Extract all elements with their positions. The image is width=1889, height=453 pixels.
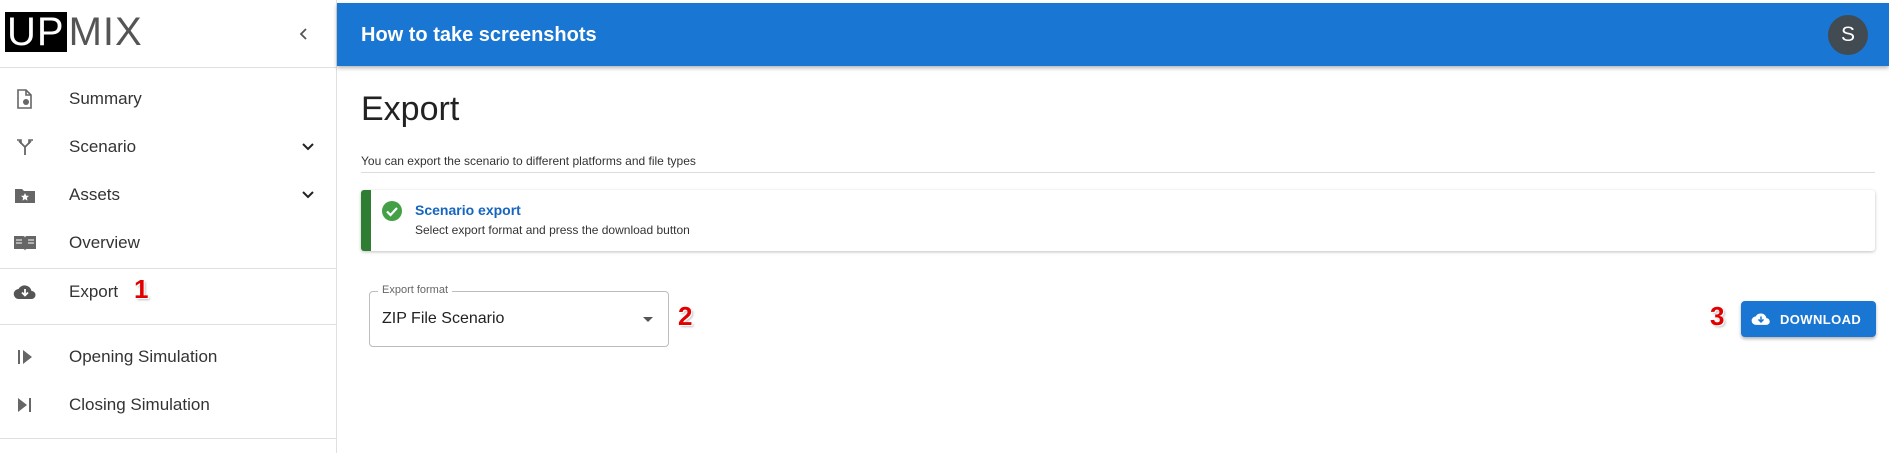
sidebar-item-label: Assets <box>69 185 121 204</box>
document-gear-icon <box>12 86 38 112</box>
logo-part-up: UP <box>5 10 67 54</box>
sidebar-item-label: Overview <box>69 233 140 252</box>
sidebar-divider <box>0 438 336 439</box>
check-circle-icon <box>382 201 402 221</box>
sidebar-item-overview[interactable]: Overview <box>0 219 336 267</box>
sidebar-item-scenario[interactable]: Scenario <box>0 123 336 171</box>
book-icon <box>12 230 38 256</box>
chevron-down-icon[interactable] <box>296 183 320 207</box>
sidebar-item-export[interactable]: Export <box>0 268 336 316</box>
sidebar-item-assets[interactable]: Assets <box>0 171 336 219</box>
chevron-left-icon <box>299 28 307 40</box>
collapse-sidebar-button[interactable] <box>292 22 316 46</box>
download-button[interactable]: DOWNLOAD <box>1741 301 1876 337</box>
sidebar-item-opening-simulation[interactable]: Opening Simulation <box>0 333 336 381</box>
dropdown-arrow-icon <box>643 317 653 322</box>
sidebar-item-summary[interactable]: Summary <box>0 75 336 123</box>
folder-star-icon <box>12 182 38 208</box>
chevron-down-icon[interactable] <box>296 135 320 159</box>
app-logo[interactable]: UP MIX <box>5 12 143 52</box>
sidebar-item-label: Opening Simulation <box>69 347 218 366</box>
app-bar-title: How to take screenshots <box>361 24 597 46</box>
skip-end-icon <box>12 392 38 418</box>
alert-title: Scenario export <box>415 202 521 218</box>
page-description: You can export the scenario to different… <box>361 154 696 168</box>
logo-row: UP MIX <box>0 0 336 68</box>
description-divider <box>361 172 1875 173</box>
alert-text: Select export format and press the downl… <box>415 223 690 237</box>
page-title: Export <box>361 90 460 128</box>
export-format-select[interactable]: Export format ZIP File Scenario <box>369 284 669 347</box>
app-bar: How to take screenshots S <box>337 3 1889 66</box>
annotation-3: 3 <box>1710 301 1725 331</box>
sidebar-item-label: Closing Simulation <box>69 395 210 414</box>
success-alert: Scenario export Select export format and… <box>361 190 1875 251</box>
download-button-label: DOWNLOAD <box>1780 312 1862 327</box>
fork-icon <box>12 134 38 160</box>
sidebar-divider <box>0 324 336 325</box>
annotation-1: 1 <box>134 274 149 304</box>
sidebar: UP MIX Summary Scenario Assets Overview … <box>0 0 337 453</box>
user-avatar[interactable]: S <box>1828 15 1868 55</box>
annotation-2: 2 <box>678 301 693 331</box>
export-format-value: ZIP File Scenario <box>382 310 505 327</box>
play-start-icon <box>12 344 38 370</box>
cloud-download-icon <box>12 279 38 305</box>
sidebar-item-label: Scenario <box>69 137 137 156</box>
sidebar-item-closing-simulation[interactable]: Closing Simulation <box>0 381 336 429</box>
export-format-label: Export format <box>378 284 453 296</box>
cloud-download-icon <box>1751 313 1770 325</box>
sidebar-item-label: Export <box>69 282 119 301</box>
logo-part-mix: MIX <box>68 10 143 54</box>
sidebar-item-label: Summary <box>69 89 142 108</box>
